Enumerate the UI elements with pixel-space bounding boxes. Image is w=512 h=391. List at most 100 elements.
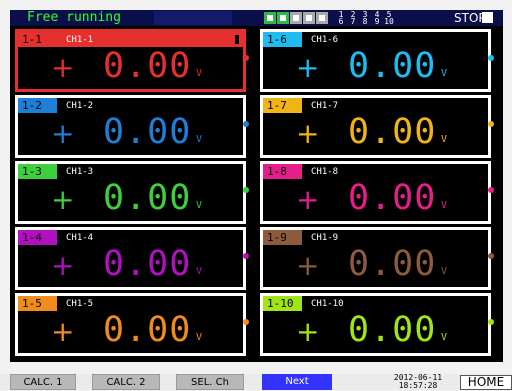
channel-marker-icon [243,187,249,193]
calc1-button[interactable]: CALC. 1 [10,374,76,390]
channel-tag: 1-9 [263,230,302,245]
channel-panel-1-7[interactable]: 1-7 CH1-7 +0.00 V [260,95,494,158]
channel-page-digits: 1 6 2 7 3 8 4 9 5 10 [335,11,395,26]
indicator-2-icon [277,12,289,24]
channel-page-digit: 38 [359,11,371,26]
digit-bottom: 10 [384,17,394,26]
value-unit: V [441,134,448,145]
channel-panel-1-1[interactable]: 1-1 CH1-1 +0.00 V [15,29,249,92]
channel-marker-icon [243,121,249,127]
channel-tag: 1-1 [18,32,243,47]
next-button[interactable]: Next [262,374,332,390]
channel-marker-icon [488,121,494,127]
value-unit: V [441,332,448,343]
stop-icon[interactable] [482,12,493,23]
channel-name: CH1-4 [66,233,94,243]
channel-tag: 1-7 [263,98,302,113]
channel-name: CH1-2 [66,101,94,111]
calc2-button[interactable]: CALC. 2 [92,374,160,390]
channel-tag-label: 1-10 [267,297,294,310]
stop-label: STOP [454,11,486,25]
channel-name: CH1-5 [66,299,94,309]
value-sign: + [296,183,320,216]
value-unit: V [441,68,448,79]
channel-name: CH1-10 [311,299,344,309]
digit-bottom: 9 [374,17,380,26]
digit-bottom: 6 [338,17,344,26]
monitor-screen: Free running 1 6 2 7 3 8 4 9 5 10 STOP 1-1 CH1-1 +0… [10,10,503,362]
measured-value: 0.00 [103,46,192,86]
channel-page-digit: 5 10 [383,11,395,26]
value-sign: + [51,117,75,150]
channel-page-digit: 16 [335,11,347,26]
channel-marker-icon [243,319,249,325]
channel-panel-1-2[interactable]: 1-2 CH1-2 +0.00 V [15,95,249,158]
channel-tag-label: 1-4 [22,231,42,244]
time-label: 18:57:28 [398,381,438,390]
value-unit: V [196,134,203,145]
value-sign: + [296,117,320,150]
value-sign: + [296,315,320,348]
value-sign: + [51,249,75,282]
channel-tag-label: 1-2 [22,99,42,112]
channel-tag: 1-10 [263,296,302,311]
channel-tag-label: 1-6 [267,33,287,46]
channel-page-digit: 49 [371,11,383,26]
indicator-3-icon [290,12,302,24]
channel-marker-icon [488,253,494,259]
channel-name: CH1-1 [66,35,94,45]
channel-name: CH1-7 [311,101,339,111]
status-block [154,11,232,25]
channel-tag-label: 1-9 [267,231,287,244]
value-unit: V [196,200,203,211]
channel-tag: 1-3 [18,164,57,179]
channel-name: CH1-8 [311,167,339,177]
run-mode-label: Free running [27,10,121,25]
indicator-1-icon [264,12,276,24]
channel-tag: 1-8 [263,164,302,179]
channel-panel-1-4[interactable]: 1-4 CH1-4 +0.00 V [15,227,249,290]
channel-marker-icon [488,55,494,61]
measured-value: 0.00 [348,244,437,284]
channel-marker-icon [243,253,249,259]
channel-marker-icon [488,319,494,325]
channel-panel-1-3[interactable]: 1-3 CH1-3 +0.00 V [15,161,249,224]
channel-tag: 1-4 [18,230,57,245]
channel-panel-1-5[interactable]: 1-5 CH1-5 +0.00 V [15,293,249,356]
home-button[interactable]: HOME [460,375,512,390]
value-sign: + [296,249,320,282]
measured-value: 0.00 [103,112,192,152]
channel-tag-label: 1-8 [267,165,287,178]
sel-ch-button[interactable]: SEL. Ch [176,374,244,390]
status-bar: Free running 1 6 2 7 3 8 4 9 5 10 STOP [10,10,503,26]
channel-panel-1-6[interactable]: 1-6 CH1-6 +0.00 V [260,29,494,92]
value-sign: + [296,51,320,84]
value-unit: V [196,332,203,343]
channel-tag: 1-2 [18,98,57,113]
channel-panel-1-9[interactable]: 1-9 CH1-9 +0.00 V [260,227,494,290]
measured-value: 0.00 [103,244,192,284]
channel-tag: 1-6 [263,32,302,47]
channel-marker-icon [488,187,494,193]
channel-panel-1-8[interactable]: 1-8 CH1-8 +0.00 V [260,161,494,224]
channel-panel-1-10[interactable]: 1-10 CH1-10 +0.00 V [260,293,494,356]
channel-name: CH1-9 [311,233,339,243]
datetime: 2012-06-11 18:57:28 [388,374,448,390]
value-sign: + [51,51,75,84]
measured-value: 0.00 [103,310,192,350]
channel-tag-label: 1-5 [22,297,42,310]
value-unit: V [196,266,203,277]
channel-tag-label: 1-3 [22,165,42,178]
value-unit: V [196,68,203,79]
channel-name: CH1-3 [66,167,94,177]
digit-bottom: 8 [362,17,368,26]
channel-name: CH1-6 [311,35,339,45]
measured-value: 0.00 [103,178,192,218]
indicator-5-icon [316,12,328,24]
value-sign: + [51,183,75,216]
measured-value: 0.00 [348,178,437,218]
digit-bottom: 7 [350,17,356,26]
channel-tag-label: 1-1 [22,33,42,46]
measured-value: 0.00 [348,46,437,86]
selection-marker-icon [235,35,239,44]
